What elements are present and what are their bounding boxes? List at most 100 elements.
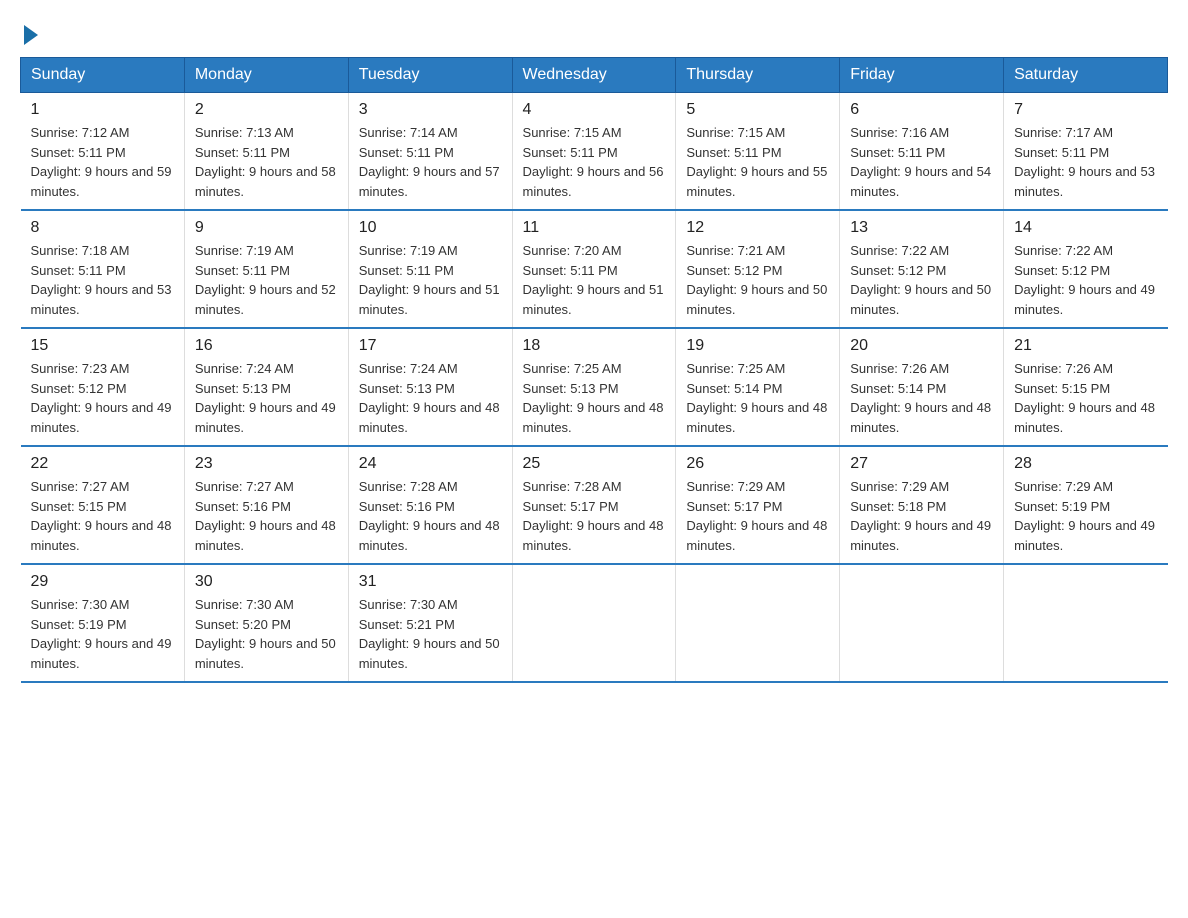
day-info: Sunrise: 7:14 AM Sunset: 5:11 PM Dayligh…	[359, 123, 502, 201]
day-number: 26	[686, 455, 829, 473]
calendar-day-cell: 6 Sunrise: 7:16 AM Sunset: 5:11 PM Dayli…	[840, 93, 1004, 211]
day-info: Sunrise: 7:26 AM Sunset: 5:14 PM Dayligh…	[850, 359, 993, 437]
day-info: Sunrise: 7:27 AM Sunset: 5:16 PM Dayligh…	[195, 477, 338, 555]
calendar-day-cell: 23 Sunrise: 7:27 AM Sunset: 5:16 PM Dayl…	[184, 446, 348, 564]
calendar-day-cell: 19 Sunrise: 7:25 AM Sunset: 5:14 PM Dayl…	[676, 328, 840, 446]
calendar-day-cell: 28 Sunrise: 7:29 AM Sunset: 5:19 PM Dayl…	[1004, 446, 1168, 564]
day-info: Sunrise: 7:28 AM Sunset: 5:17 PM Dayligh…	[523, 477, 666, 555]
weekday-header-tuesday: Tuesday	[348, 58, 512, 93]
calendar-day-cell: 17 Sunrise: 7:24 AM Sunset: 5:13 PM Dayl…	[348, 328, 512, 446]
calendar-day-cell: 16 Sunrise: 7:24 AM Sunset: 5:13 PM Dayl…	[184, 328, 348, 446]
day-info: Sunrise: 7:29 AM Sunset: 5:17 PM Dayligh…	[686, 477, 829, 555]
logo-blue-row	[20, 25, 38, 47]
day-number: 25	[523, 455, 666, 473]
day-number: 11	[523, 219, 666, 237]
day-info: Sunrise: 7:22 AM Sunset: 5:12 PM Dayligh…	[1014, 241, 1157, 319]
calendar-day-cell: 22 Sunrise: 7:27 AM Sunset: 5:15 PM Dayl…	[21, 446, 185, 564]
page-header	[20, 20, 1168, 47]
day-number: 18	[523, 337, 666, 355]
calendar-day-cell: 11 Sunrise: 7:20 AM Sunset: 5:11 PM Dayl…	[512, 210, 676, 328]
day-number: 9	[195, 219, 338, 237]
day-info: Sunrise: 7:21 AM Sunset: 5:12 PM Dayligh…	[686, 241, 829, 319]
day-info: Sunrise: 7:19 AM Sunset: 5:11 PM Dayligh…	[195, 241, 338, 319]
day-number: 13	[850, 219, 993, 237]
day-info: Sunrise: 7:22 AM Sunset: 5:12 PM Dayligh…	[850, 241, 993, 319]
calendar-day-cell: 3 Sunrise: 7:14 AM Sunset: 5:11 PM Dayli…	[348, 93, 512, 211]
weekday-header-sunday: Sunday	[21, 58, 185, 93]
day-info: Sunrise: 7:26 AM Sunset: 5:15 PM Dayligh…	[1014, 359, 1157, 437]
calendar-day-cell: 9 Sunrise: 7:19 AM Sunset: 5:11 PM Dayli…	[184, 210, 348, 328]
day-info: Sunrise: 7:19 AM Sunset: 5:11 PM Dayligh…	[359, 241, 502, 319]
weekday-header-monday: Monday	[184, 58, 348, 93]
weekday-header-wednesday: Wednesday	[512, 58, 676, 93]
day-info: Sunrise: 7:25 AM Sunset: 5:13 PM Dayligh…	[523, 359, 666, 437]
calendar-day-cell	[1004, 564, 1168, 682]
day-number: 8	[31, 219, 174, 237]
day-number: 27	[850, 455, 993, 473]
calendar-day-cell: 31 Sunrise: 7:30 AM Sunset: 5:21 PM Dayl…	[348, 564, 512, 682]
day-number: 20	[850, 337, 993, 355]
day-number: 15	[31, 337, 174, 355]
weekday-header-thursday: Thursday	[676, 58, 840, 93]
day-info: Sunrise: 7:25 AM Sunset: 5:14 PM Dayligh…	[686, 359, 829, 437]
calendar-week-row: 1 Sunrise: 7:12 AM Sunset: 5:11 PM Dayli…	[21, 93, 1168, 211]
calendar-day-cell: 4 Sunrise: 7:15 AM Sunset: 5:11 PM Dayli…	[512, 93, 676, 211]
calendar-table: SundayMondayTuesdayWednesdayThursdayFrid…	[20, 57, 1168, 683]
calendar-day-cell: 18 Sunrise: 7:25 AM Sunset: 5:13 PM Dayl…	[512, 328, 676, 446]
day-number: 1	[31, 101, 174, 119]
day-number: 31	[359, 573, 502, 591]
day-info: Sunrise: 7:28 AM Sunset: 5:16 PM Dayligh…	[359, 477, 502, 555]
calendar-week-row: 15 Sunrise: 7:23 AM Sunset: 5:12 PM Dayl…	[21, 328, 1168, 446]
day-info: Sunrise: 7:15 AM Sunset: 5:11 PM Dayligh…	[686, 123, 829, 201]
day-number: 17	[359, 337, 502, 355]
day-info: Sunrise: 7:29 AM Sunset: 5:19 PM Dayligh…	[1014, 477, 1157, 555]
calendar-header: SundayMondayTuesdayWednesdayThursdayFrid…	[21, 58, 1168, 93]
day-number: 23	[195, 455, 338, 473]
day-info: Sunrise: 7:15 AM Sunset: 5:11 PM Dayligh…	[523, 123, 666, 201]
calendar-day-cell	[840, 564, 1004, 682]
calendar-day-cell: 29 Sunrise: 7:30 AM Sunset: 5:19 PM Dayl…	[21, 564, 185, 682]
calendar-day-cell: 12 Sunrise: 7:21 AM Sunset: 5:12 PM Dayl…	[676, 210, 840, 328]
calendar-day-cell: 27 Sunrise: 7:29 AM Sunset: 5:18 PM Dayl…	[840, 446, 1004, 564]
calendar-day-cell: 20 Sunrise: 7:26 AM Sunset: 5:14 PM Dayl…	[840, 328, 1004, 446]
logo-triangle-icon	[24, 25, 38, 45]
day-number: 28	[1014, 455, 1157, 473]
calendar-day-cell: 13 Sunrise: 7:22 AM Sunset: 5:12 PM Dayl…	[840, 210, 1004, 328]
weekday-header-friday: Friday	[840, 58, 1004, 93]
day-number: 5	[686, 101, 829, 119]
day-info: Sunrise: 7:20 AM Sunset: 5:11 PM Dayligh…	[523, 241, 666, 319]
calendar-week-row: 22 Sunrise: 7:27 AM Sunset: 5:15 PM Dayl…	[21, 446, 1168, 564]
day-number: 3	[359, 101, 502, 119]
day-info: Sunrise: 7:23 AM Sunset: 5:12 PM Dayligh…	[31, 359, 174, 437]
day-number: 12	[686, 219, 829, 237]
day-number: 29	[31, 573, 174, 591]
logo	[20, 20, 38, 47]
calendar-day-cell: 8 Sunrise: 7:18 AM Sunset: 5:11 PM Dayli…	[21, 210, 185, 328]
calendar-day-cell: 10 Sunrise: 7:19 AM Sunset: 5:11 PM Dayl…	[348, 210, 512, 328]
calendar-week-row: 8 Sunrise: 7:18 AM Sunset: 5:11 PM Dayli…	[21, 210, 1168, 328]
calendar-day-cell: 2 Sunrise: 7:13 AM Sunset: 5:11 PM Dayli…	[184, 93, 348, 211]
calendar-day-cell: 5 Sunrise: 7:15 AM Sunset: 5:11 PM Dayli…	[676, 93, 840, 211]
day-number: 22	[31, 455, 174, 473]
day-number: 4	[523, 101, 666, 119]
weekday-header-saturday: Saturday	[1004, 58, 1168, 93]
day-number: 6	[850, 101, 993, 119]
calendar-day-cell: 30 Sunrise: 7:30 AM Sunset: 5:20 PM Dayl…	[184, 564, 348, 682]
weekday-header-row: SundayMondayTuesdayWednesdayThursdayFrid…	[21, 58, 1168, 93]
day-info: Sunrise: 7:24 AM Sunset: 5:13 PM Dayligh…	[195, 359, 338, 437]
day-number: 2	[195, 101, 338, 119]
day-number: 10	[359, 219, 502, 237]
calendar-day-cell: 24 Sunrise: 7:28 AM Sunset: 5:16 PM Dayl…	[348, 446, 512, 564]
day-number: 19	[686, 337, 829, 355]
day-info: Sunrise: 7:27 AM Sunset: 5:15 PM Dayligh…	[31, 477, 174, 555]
day-number: 7	[1014, 101, 1157, 119]
day-info: Sunrise: 7:16 AM Sunset: 5:11 PM Dayligh…	[850, 123, 993, 201]
calendar-body: 1 Sunrise: 7:12 AM Sunset: 5:11 PM Dayli…	[21, 93, 1168, 683]
day-info: Sunrise: 7:30 AM Sunset: 5:19 PM Dayligh…	[31, 595, 174, 673]
calendar-day-cell: 15 Sunrise: 7:23 AM Sunset: 5:12 PM Dayl…	[21, 328, 185, 446]
day-number: 14	[1014, 219, 1157, 237]
day-number: 24	[359, 455, 502, 473]
calendar-day-cell: 1 Sunrise: 7:12 AM Sunset: 5:11 PM Dayli…	[21, 93, 185, 211]
calendar-day-cell	[676, 564, 840, 682]
day-info: Sunrise: 7:18 AM Sunset: 5:11 PM Dayligh…	[31, 241, 174, 319]
